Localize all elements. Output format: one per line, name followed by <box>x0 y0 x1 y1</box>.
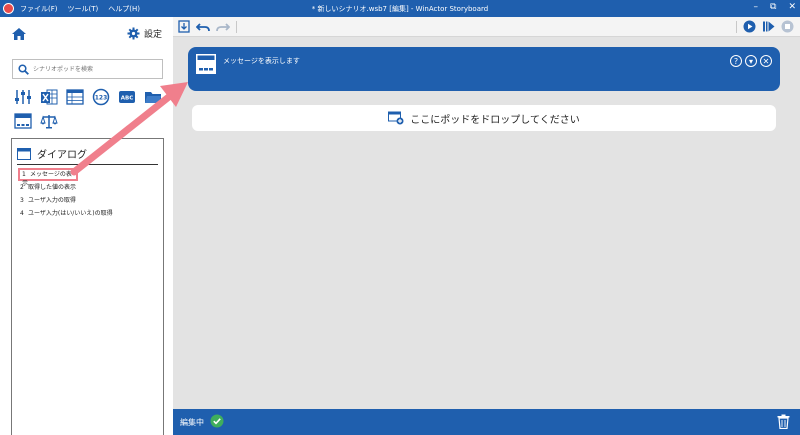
slider-icon[interactable] <box>14 88 32 106</box>
table-icon[interactable] <box>66 88 84 106</box>
window-title: * 新しいシナリオ.wsb7 [編集] - WinActor Storyboar… <box>311 5 489 13</box>
dialog-category-title: ダイアログ <box>37 150 87 161</box>
dialog-pod-list: ダイアログ 1 メッセージの表示 2 取得した値の表示 3 ユーザ入力の取得 4 ユーザ… <box>11 138 164 435</box>
chevron-down-icon[interactable]: ▾ <box>745 55 757 67</box>
pod-search <box>12 59 163 79</box>
pod-controls: ? ▾ ✕ <box>730 55 772 67</box>
toolbar-separator <box>736 20 737 33</box>
number-icon[interactable]: 123 <box>92 88 110 106</box>
svg-text:ABC: ABC <box>121 96 134 102</box>
title-bar: ファイル(F) ツール(T) ヘルプ(H) * 新しいシナリオ.wsb7 [編集… <box>0 0 800 17</box>
pod-library-panel: 設定 シナリオポッドを検索 123 ABC ダイアログ 1 メッセージの表示 2… <box>0 17 172 435</box>
abc-icon[interactable]: ABC <box>118 88 136 106</box>
search-icon <box>18 64 29 75</box>
toolbar-separator <box>236 20 237 33</box>
list-item[interactable]: 1 メッセージの表示 <box>18 168 78 187</box>
window-controls: – ⧉ ✕ <box>754 2 796 12</box>
message-pod-title: メッセージを表示します <box>223 57 300 65</box>
gear-icon <box>127 27 140 40</box>
trash-icon[interactable] <box>777 414 790 429</box>
scale-icon[interactable] <box>40 112 58 130</box>
window-icon <box>196 54 216 74</box>
list-item[interactable]: 2 取得した値の表示 <box>18 181 113 194</box>
folder-icon[interactable] <box>144 88 162 106</box>
settings-button[interactable]: 設定 <box>127 27 162 40</box>
stop-icon[interactable] <box>781 20 794 33</box>
add-pod-icon <box>388 111 404 125</box>
undo-icon[interactable] <box>196 21 210 33</box>
dialog-category-header: ダイアログ <box>17 146 87 161</box>
restore-button[interactable]: ⧉ <box>770 2 776 12</box>
help-icon[interactable]: ? <box>730 55 742 67</box>
window-icon[interactable] <box>14 112 32 130</box>
home-icon[interactable] <box>12 28 26 40</box>
close-icon[interactable]: ✕ <box>760 55 772 67</box>
dialog-pod-items: 1 メッセージの表示 2 取得した値の表示 3 ユーザ入力の取得 4 ユーザ入力(はい/… <box>18 168 113 220</box>
search-input[interactable] <box>33 63 158 76</box>
settings-label: 設定 <box>144 30 163 40</box>
edit-status: 編集中 <box>180 418 204 427</box>
play-icon[interactable] <box>743 20 756 33</box>
svg-text:123: 123 <box>95 95 108 102</box>
drop-zone-label: ここにポッドをドロップしてください <box>410 114 580 126</box>
pod-category-icons: 123 ABC <box>14 88 164 130</box>
list-item[interactable]: 4 ユーザ入力(はい/いいえ)の取得 <box>18 207 113 220</box>
pod-drop-zone[interactable]: ここにポッドをドロップしてください <box>192 105 776 131</box>
redo-icon[interactable] <box>216 21 230 33</box>
save-icon[interactable] <box>178 20 190 33</box>
minimize-button[interactable]: – <box>754 2 759 12</box>
close-button[interactable]: ✕ <box>788 2 796 12</box>
excel-icon[interactable] <box>40 88 58 106</box>
toolbar <box>173 17 800 37</box>
list-item[interactable]: 3 ユーザ入力の取得 <box>18 194 113 207</box>
check-icon <box>210 414 224 428</box>
storyboard-canvas: メッセージを表示します ? ▾ ✕ ここにポッドをドロップしてください <box>173 17 800 409</box>
status-bar: 編集中 <box>173 409 800 435</box>
divider <box>17 164 158 165</box>
step-run-icon[interactable] <box>762 20 775 33</box>
window-icon <box>17 147 31 160</box>
message-pod[interactable]: メッセージを表示します ? ▾ ✕ <box>188 47 780 91</box>
